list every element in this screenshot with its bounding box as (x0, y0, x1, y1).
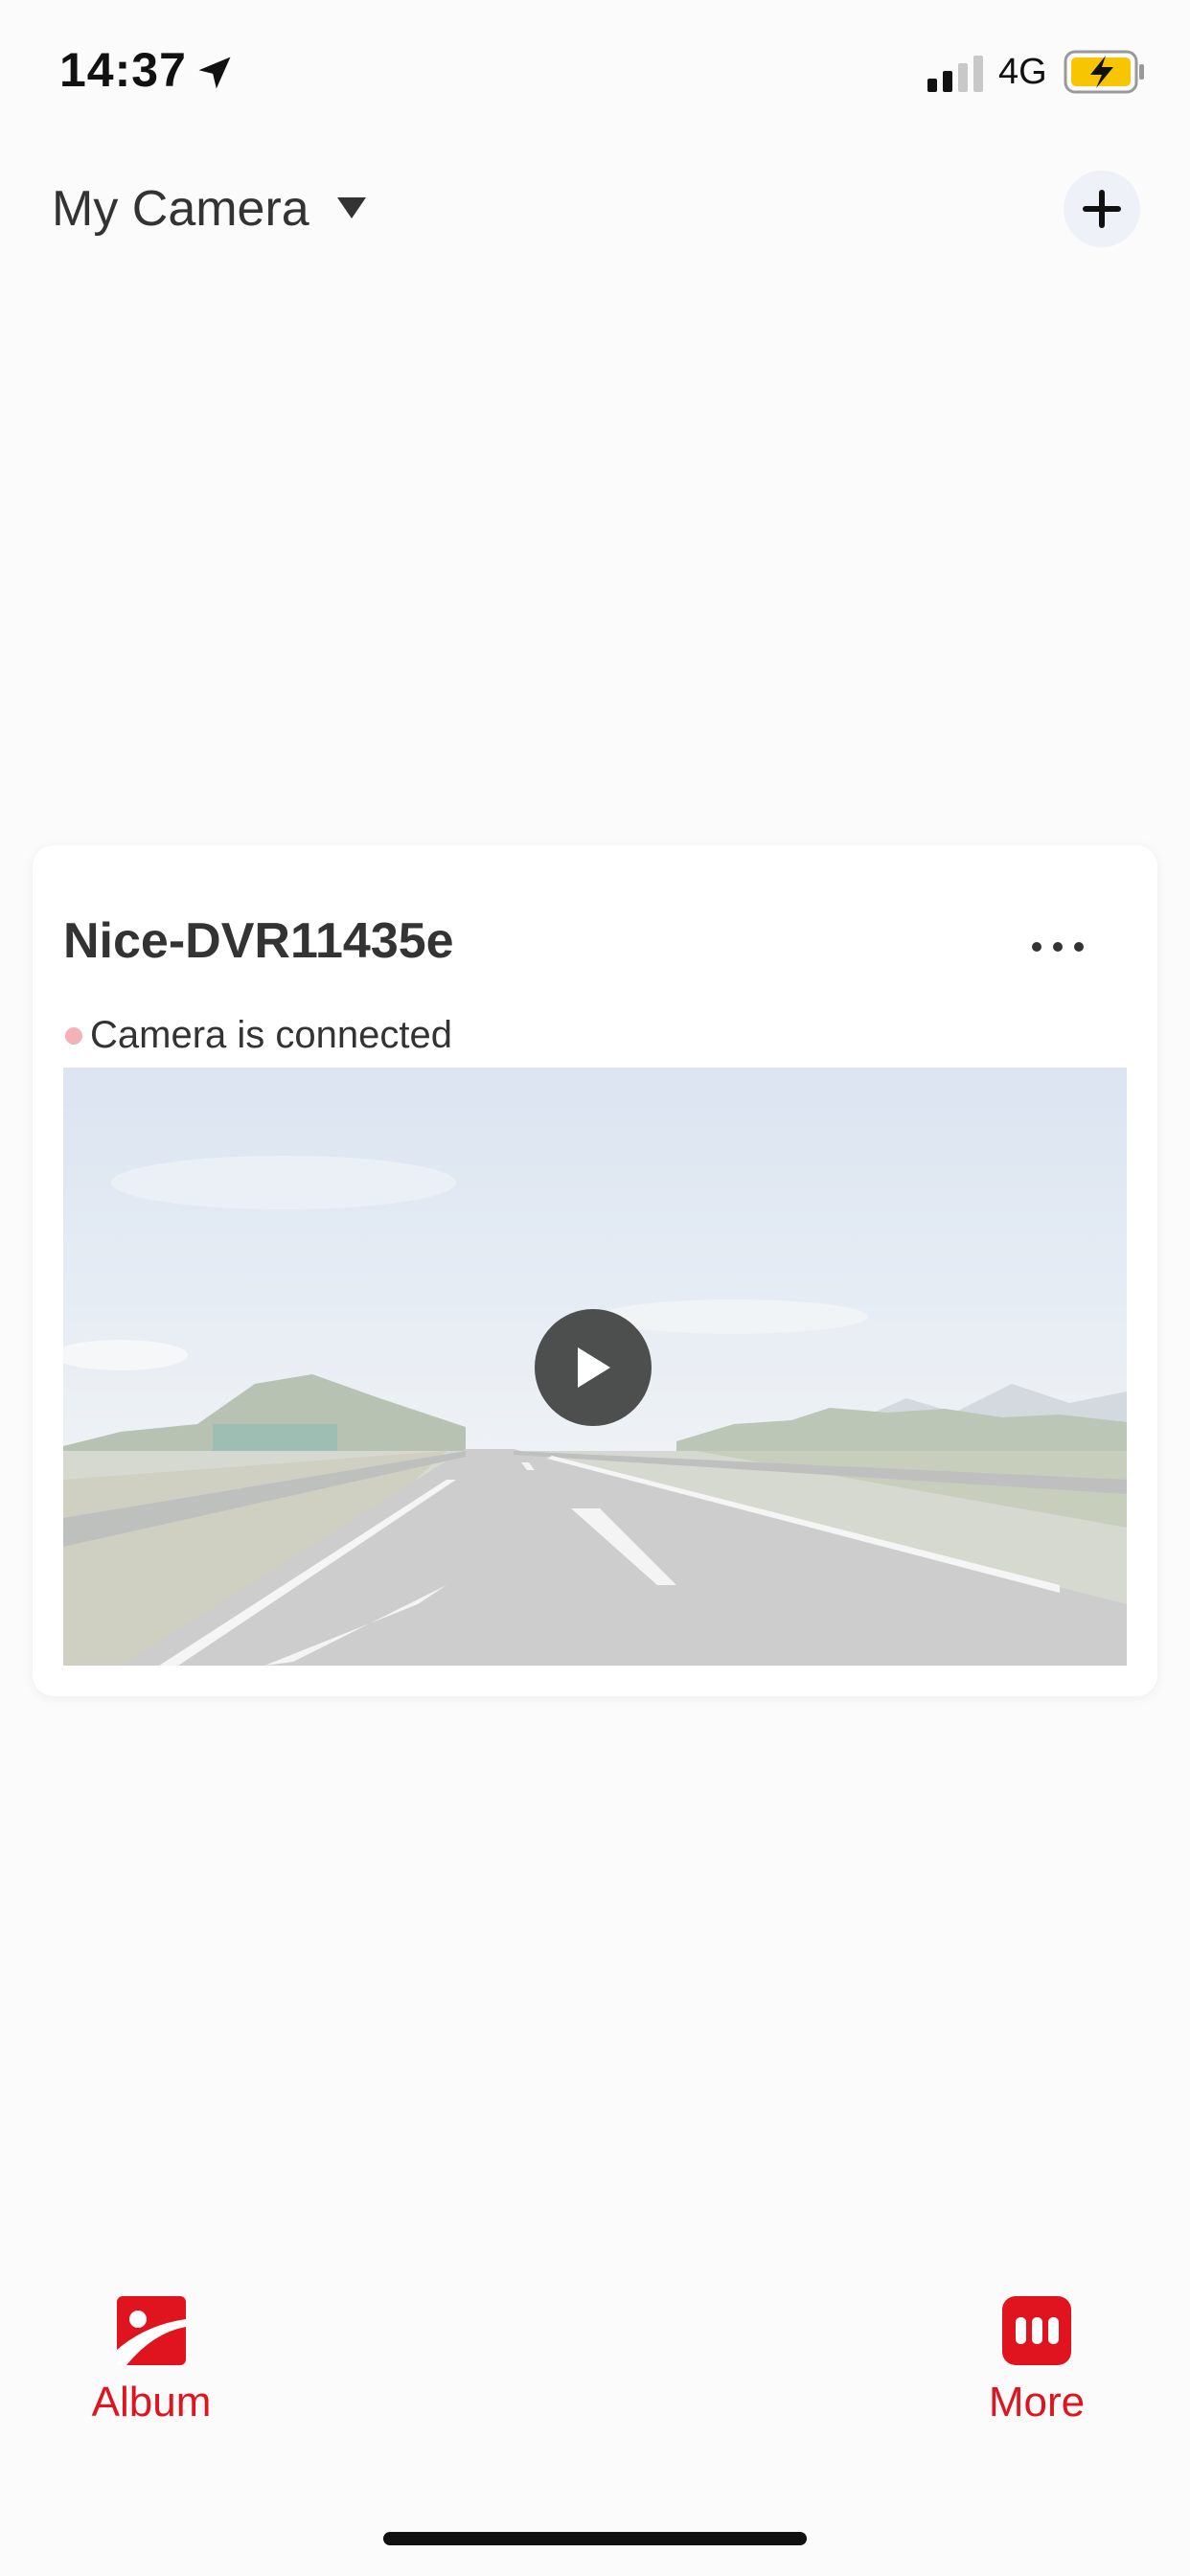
home-indicator[interactable] (383, 2532, 807, 2545)
plus-icon (1083, 190, 1121, 228)
network-type: 4G (998, 52, 1047, 92)
album-icon (117, 2296, 186, 2365)
more-options-icon[interactable] (1029, 937, 1087, 956)
play-button[interactable] (535, 1309, 652, 1426)
nav-album-label: Album (91, 2379, 212, 2426)
nav-album-button[interactable]: Album (56, 2296, 247, 2426)
status-time: 14:37 (59, 43, 187, 97)
signal-icon (927, 56, 983, 92)
location-arrow-icon (198, 57, 231, 89)
nav-more-label: More (988, 2379, 1086, 2426)
camera-preview[interactable] (63, 1068, 1127, 1666)
connection-status-dot (65, 1027, 82, 1045)
camera-name: Nice-DVR11435e (63, 913, 454, 969)
connection-status-text: Camera is connected (90, 1014, 452, 1056)
more-grid-icon (1002, 2296, 1071, 2365)
camera-card[interactable]: Nice-DVR11435e Camera is connected (33, 845, 1157, 1696)
add-camera-button[interactable] (1064, 171, 1140, 247)
battery-charging-icon (1064, 50, 1144, 94)
camera-selector-title[interactable]: My Camera (52, 180, 309, 238)
caret-down-icon[interactable] (335, 196, 368, 220)
play-icon (578, 1347, 610, 1388)
nav-more-button[interactable]: More (941, 2296, 1133, 2426)
status-bar: 14:37 4G (0, 0, 1190, 144)
